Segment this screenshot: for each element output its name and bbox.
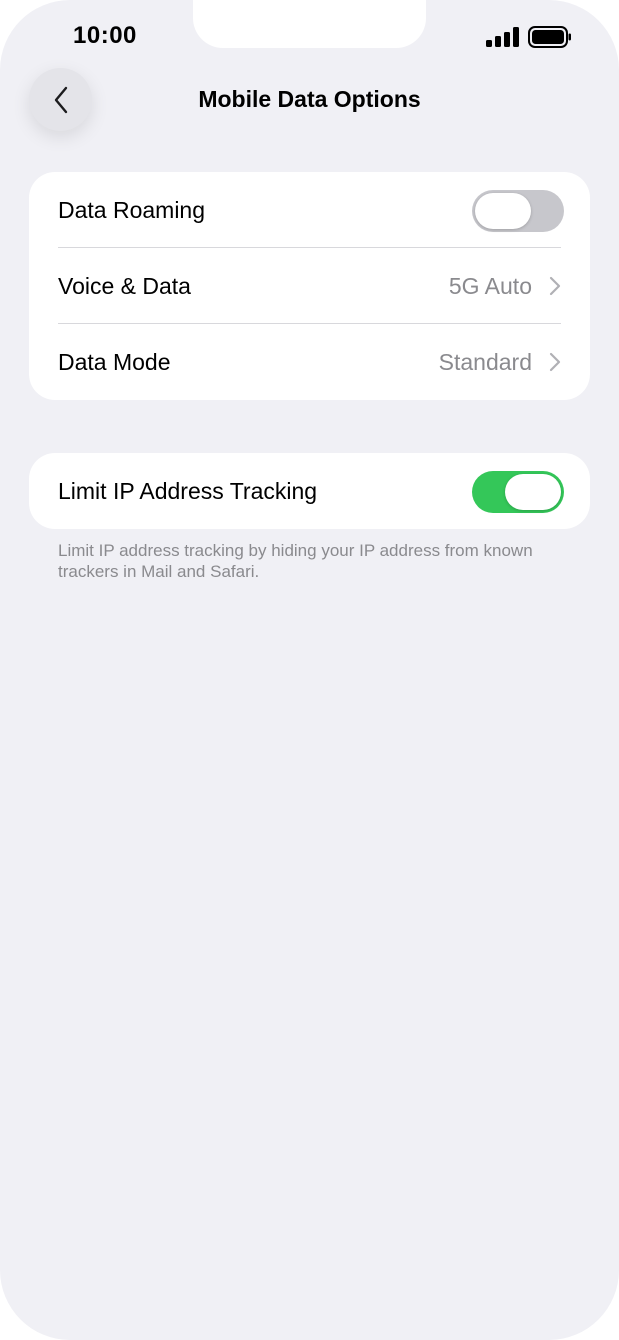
voice-data-value: 5G Auto xyxy=(448,272,532,299)
ip-tracking-footnote: Limit IP address tracking by hiding your… xyxy=(58,541,533,581)
voice-data-label: Voice & Data xyxy=(58,272,191,299)
data-mode-value: Standard xyxy=(438,348,532,375)
data-mode-label: Data Mode xyxy=(58,348,171,375)
chevron-right-icon xyxy=(549,276,561,296)
voice-data-row[interactable]: Voice & Data 5G Auto xyxy=(29,248,590,324)
data-roaming-toggle[interactable] xyxy=(472,190,564,232)
chevron-right-icon xyxy=(549,352,561,372)
status-time: 10:00 xyxy=(73,22,137,49)
data-roaming-row: Data Roaming xyxy=(29,172,590,248)
battery-icon xyxy=(528,26,571,48)
toggle-knob xyxy=(475,193,531,229)
toggle-knob xyxy=(505,474,561,510)
data-mode-row[interactable]: Data Mode Standard xyxy=(29,324,590,400)
limit-ip-tracking-label: Limit IP Address Tracking xyxy=(58,477,318,504)
limit-ip-tracking-toggle[interactable] xyxy=(472,471,564,513)
mobile-data-group: Data Roaming Voice & Data 5G Auto Data M… xyxy=(29,172,590,400)
data-roaming-label: Data Roaming xyxy=(58,196,206,223)
limit-ip-tracking-row: Limit IP Address Tracking xyxy=(29,453,590,529)
signal-icon xyxy=(486,27,520,47)
phone-screen: 10:00 Mobile Data Options Data Roaming V… xyxy=(0,0,619,1340)
page-title: Mobile Data Options xyxy=(198,86,421,112)
ip-tracking-group: Limit IP Address Tracking xyxy=(29,453,590,529)
notch xyxy=(193,0,426,48)
